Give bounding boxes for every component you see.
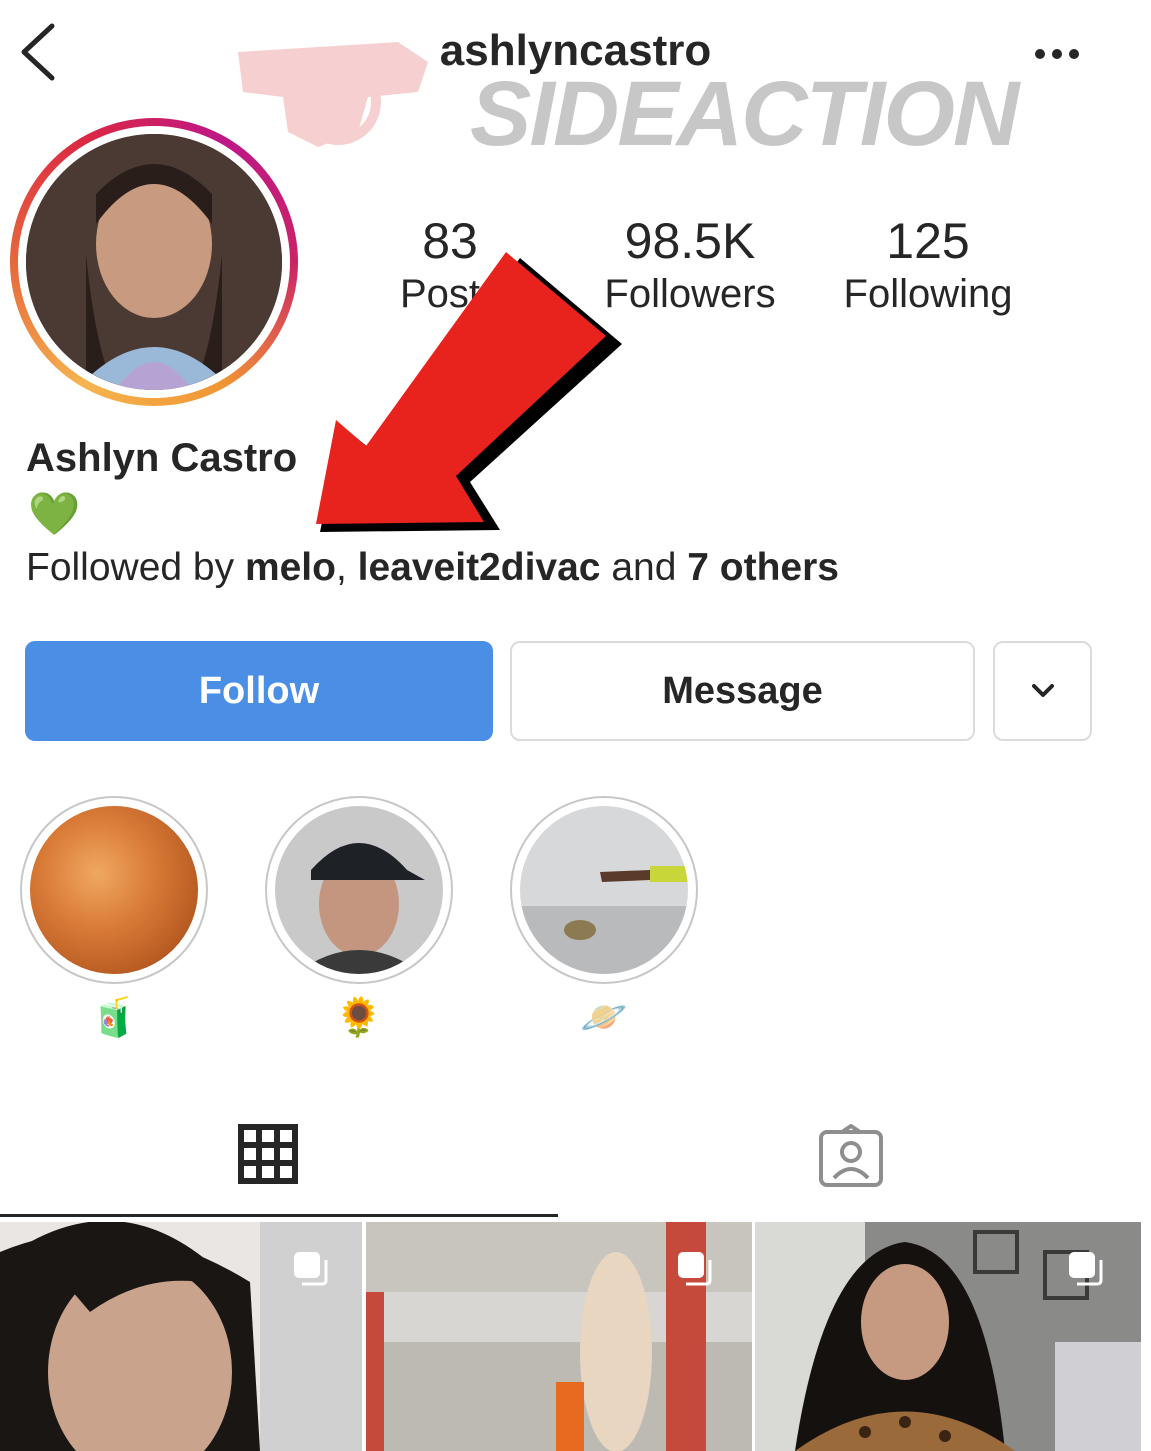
bio-green-heart-emoji: 💚 xyxy=(28,490,81,537)
tagged-person-icon xyxy=(819,1124,883,1187)
display-name: Ashlyn Castro xyxy=(26,436,298,480)
followed-by-others-link[interactable]: 7 others xyxy=(687,546,839,589)
highlight-label-2: 🌻 xyxy=(335,997,383,1039)
message-button[interactable]: Message xyxy=(510,641,975,741)
active-tab-indicator xyxy=(0,1214,558,1217)
follow-button[interactable]: Follow xyxy=(25,641,493,741)
followed-by-sep: , xyxy=(335,546,358,589)
post-thumbnail-2[interactable] xyxy=(366,1222,752,1451)
following-count[interactable]: 125 xyxy=(828,212,1028,270)
highlight-cover-3 xyxy=(520,806,688,974)
post-thumbnail-1[interactable] xyxy=(0,1222,362,1451)
multiple-photos-icon xyxy=(678,1252,712,1286)
followed-by-prefix: Followed by xyxy=(26,546,245,589)
watermark-text: SIDEACTION xyxy=(470,63,1019,165)
following-label[interactable]: Following xyxy=(828,272,1028,317)
multiple-photos-icon xyxy=(1069,1252,1103,1286)
avatar[interactable] xyxy=(26,134,282,390)
story-highlight-3[interactable] xyxy=(510,796,698,984)
followed-by-text[interactable]: Followed by melo, leaveit2divac and 7 ot… xyxy=(26,546,839,590)
chevron-down-icon xyxy=(1031,684,1054,697)
highlight-label-3: 🪐 xyxy=(580,997,628,1039)
grid-icon xyxy=(238,1124,298,1184)
follower-link-leaveit2divac[interactable]: leaveit2divac xyxy=(358,546,601,589)
multiple-photos-icon xyxy=(294,1252,328,1286)
followed-by-and: and xyxy=(600,546,688,589)
suggested-accounts-button[interactable] xyxy=(993,641,1092,741)
story-highlight-1[interactable] xyxy=(20,796,208,984)
tab-posts-grid[interactable] xyxy=(238,1124,298,1184)
annotation-arrow xyxy=(316,252,622,532)
avatar-photo-illustration xyxy=(26,134,282,390)
highlight-cover-1 xyxy=(30,806,198,974)
tab-tagged[interactable] xyxy=(818,1124,884,1188)
story-highlight-2[interactable] xyxy=(265,796,453,984)
post-thumbnail-3[interactable] xyxy=(755,1222,1141,1451)
highlight-cover-2 xyxy=(275,806,443,974)
profile-username: ashlyncastro xyxy=(439,26,712,75)
highlight-label-1: 🧃 xyxy=(90,997,138,1039)
follower-link-melo[interactable]: melo xyxy=(245,546,336,589)
